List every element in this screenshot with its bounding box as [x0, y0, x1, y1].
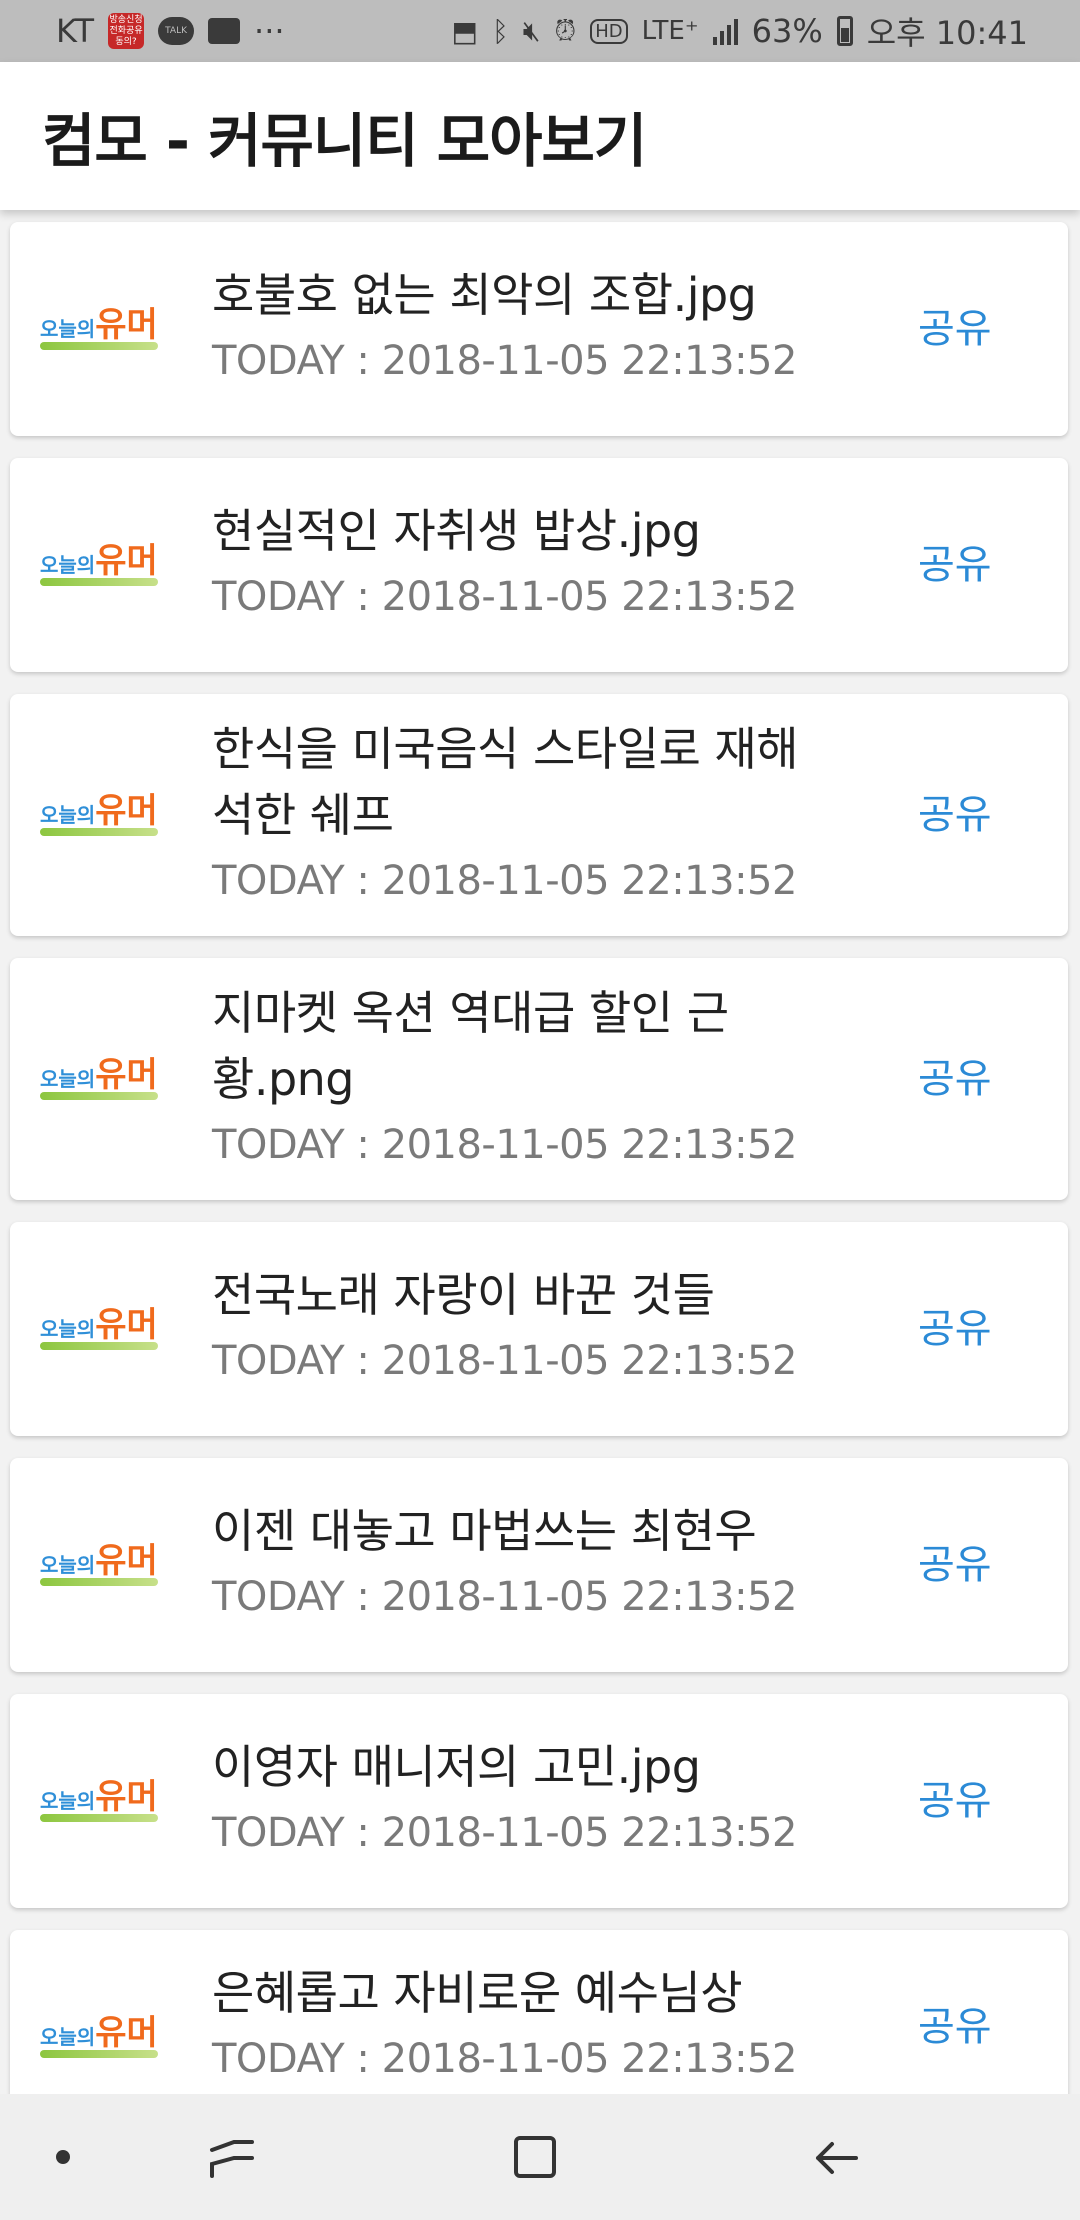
- community-logo: 오늘의유머: [40, 1771, 180, 1831]
- network-type-label: LTE⁺: [641, 16, 699, 46]
- logo-text-big: 유머: [95, 1777, 158, 1817]
- list-item[interactable]: 오늘의유머 이젠 대놓고 마법쓰는 최현우 TODAY : 2018-11-05…: [10, 1458, 1068, 1672]
- logo-swoosh: [40, 578, 158, 586]
- logo-swoosh: [40, 828, 158, 836]
- logo-swoosh: [40, 1342, 158, 1350]
- logo-text-big: 유머: [95, 791, 158, 831]
- bluetooth-icon: ᛒ: [491, 14, 509, 48]
- share-button[interactable]: 공유: [918, 2002, 992, 2052]
- share-button[interactable]: 공유: [918, 1540, 992, 1590]
- logo-text-small: 오늘의: [40, 803, 96, 827]
- share-button[interactable]: 공유: [918, 1054, 992, 1104]
- share-button[interactable]: 공유: [918, 540, 992, 590]
- post-title[interactable]: 이젠 대놓고 마법쓰는 최현우: [212, 1498, 832, 1564]
- post-title[interactable]: 이영자 매니저의 고민.jpg: [212, 1734, 832, 1800]
- more-notifications-icon: ···: [254, 12, 285, 50]
- logo-text-small: 오늘의: [40, 1067, 96, 1091]
- status-left: KT 방송신청 전화공유 동의? TALK ···: [56, 12, 285, 50]
- hd-voice-icon: HD: [590, 18, 628, 44]
- logo-text-small: 오늘의: [40, 1789, 96, 1813]
- status-bar: KT 방송신청 전화공유 동의? TALK ··· ⬒ ᛒ 🔇︎ ⏰︎ HD L…: [0, 0, 1080, 62]
- back-icon[interactable]: [812, 2134, 860, 2182]
- post-info: 지마켓 옥션 역대급 할인 근황.png TODAY : 2018-11-05 …: [212, 980, 832, 1178]
- mute-icon: 🔇︎: [522, 14, 541, 47]
- alarm-icon: ⏰︎: [554, 14, 577, 47]
- logo-text-small: 오늘의: [40, 2025, 96, 2049]
- post-date: TODAY : 2018-11-05 22:13:52: [212, 1574, 797, 1620]
- signal-icon: [712, 17, 738, 45]
- status-right: ⬒ ᛒ 🔇︎ ⏰︎ HD LTE⁺ 63% 오후 10:41: [451, 8, 1028, 54]
- community-logo: 오늘의유머: [40, 785, 180, 845]
- post-info: 은혜롭고 자비로운 예수님상 TODAY : 2018-11-05 22:13:…: [212, 1960, 832, 2092]
- page-title: 컴모 - 커뮤니티 모아보기: [42, 107, 647, 175]
- post-title[interactable]: 한식을 미국음식 스타일로 재해석한 쉐프: [212, 716, 832, 848]
- recent-apps-icon[interactable]: [208, 2136, 256, 2182]
- carrier-label: KT: [56, 12, 95, 50]
- battery-saver-icon: ⬒: [451, 14, 478, 48]
- community-logo: 오늘의유머: [40, 299, 180, 359]
- share-button[interactable]: 공유: [918, 1776, 992, 1826]
- post-info: 호불호 없는 최악의 조합.jpg TODAY : 2018-11-05 22:…: [212, 262, 832, 394]
- battery-icon: [836, 16, 853, 46]
- list-item[interactable]: 오늘의유머 전국노래 자랑이 바꾼 것들 TODAY : 2018-11-05 …: [10, 1222, 1068, 1436]
- logo-text-big: 유머: [95, 541, 158, 581]
- navigation-bar: [0, 2094, 1080, 2220]
- post-date: TODAY : 2018-11-05 22:13:52: [212, 1810, 797, 1856]
- logo-swoosh: [40, 1578, 158, 1586]
- community-logo: 오늘의유머: [40, 1299, 180, 1359]
- logo-text-small: 오늘의: [40, 317, 96, 341]
- post-date: TODAY : 2018-11-05 22:13:52: [212, 574, 797, 620]
- post-info: 현실적인 자취생 밥상.jpg TODAY : 2018-11-05 22:13…: [212, 498, 832, 630]
- post-date: TODAY : 2018-11-05 22:13:52: [212, 1338, 797, 1384]
- logo-text-big: 유머: [95, 1541, 158, 1581]
- community-logo: 오늘의유머: [40, 535, 180, 595]
- logo-text-big: 유머: [95, 2013, 158, 2053]
- nav-dot-icon[interactable]: [56, 2150, 70, 2164]
- logo-swoosh: [40, 1814, 158, 1822]
- post-title[interactable]: 전국노래 자랑이 바꾼 것들: [212, 1262, 832, 1328]
- logo-swoosh: [40, 1092, 158, 1100]
- post-info: 한식을 미국음식 스타일로 재해석한 쉐프 TODAY : 2018-11-05…: [212, 716, 832, 914]
- kakaotalk-icon: TALK: [158, 17, 195, 45]
- logo-text-small: 오늘의: [40, 1553, 96, 1577]
- message-icon: [208, 18, 241, 44]
- logo-text-small: 오늘의: [40, 553, 96, 577]
- home-icon[interactable]: [514, 2136, 556, 2178]
- post-date: TODAY : 2018-11-05 22:13:52: [212, 1122, 797, 1168]
- list-item[interactable]: 오늘의유머 이영자 매니저의 고민.jpg TODAY : 2018-11-05…: [10, 1694, 1068, 1908]
- community-logo: 오늘의유머: [40, 2007, 180, 2067]
- community-logo: 오늘의유머: [40, 1049, 180, 1109]
- app-bar: 컴모 - 커뮤니티 모아보기: [0, 62, 1080, 210]
- list-item[interactable]: 오늘의유머 은혜롭고 자비로운 예수님상 TODAY : 2018-11-05 …: [10, 1930, 1068, 2094]
- post-title[interactable]: 호불호 없는 최악의 조합.jpg: [212, 262, 832, 328]
- list-item[interactable]: 오늘의유머 현실적인 자취생 밥상.jpg TODAY : 2018-11-05…: [10, 458, 1068, 672]
- share-button[interactable]: 공유: [918, 1304, 992, 1354]
- post-list[interactable]: 오늘의유머 호불호 없는 최악의 조합.jpg TODAY : 2018-11-…: [0, 210, 1080, 2094]
- share-button[interactable]: 공유: [918, 304, 992, 354]
- battery-percent: 63%: [751, 12, 823, 50]
- post-date: TODAY : 2018-11-05 22:13:52: [212, 2036, 797, 2082]
- logo-text-big: 유머: [95, 1055, 158, 1095]
- post-title[interactable]: 지마켓 옥션 역대급 할인 근황.png: [212, 980, 832, 1112]
- post-date: TODAY : 2018-11-05 22:13:52: [212, 858, 797, 904]
- share-button[interactable]: 공유: [918, 790, 992, 840]
- post-info: 이영자 매니저의 고민.jpg TODAY : 2018-11-05 22:13…: [212, 1734, 832, 1866]
- clock: 오후 10:41: [866, 14, 1028, 52]
- notification-app-icon: 방송신청 전화공유 동의?: [108, 13, 145, 49]
- post-date: TODAY : 2018-11-05 22:13:52: [212, 338, 797, 384]
- post-info: 전국노래 자랑이 바꾼 것들 TODAY : 2018-11-05 22:13:…: [212, 1262, 832, 1394]
- post-title[interactable]: 현실적인 자취생 밥상.jpg: [212, 498, 832, 564]
- list-item[interactable]: 오늘의유머 지마켓 옥션 역대급 할인 근황.png TODAY : 2018-…: [10, 958, 1068, 1200]
- list-item[interactable]: 오늘의유머 호불호 없는 최악의 조합.jpg TODAY : 2018-11-…: [10, 222, 1068, 436]
- post-info: 이젠 대놓고 마법쓰는 최현우 TODAY : 2018-11-05 22:13…: [212, 1498, 832, 1630]
- logo-text-big: 유머: [95, 1305, 158, 1345]
- logo-text-small: 오늘의: [40, 1317, 96, 1341]
- logo-text-big: 유머: [95, 305, 158, 345]
- list-item[interactable]: 오늘의유머 한식을 미국음식 스타일로 재해석한 쉐프 TODAY : 2018…: [10, 694, 1068, 936]
- post-title[interactable]: 은혜롭고 자비로운 예수님상: [212, 1960, 832, 2026]
- community-logo: 오늘의유머: [40, 1535, 180, 1595]
- logo-swoosh: [40, 342, 158, 350]
- logo-swoosh: [40, 2050, 158, 2058]
